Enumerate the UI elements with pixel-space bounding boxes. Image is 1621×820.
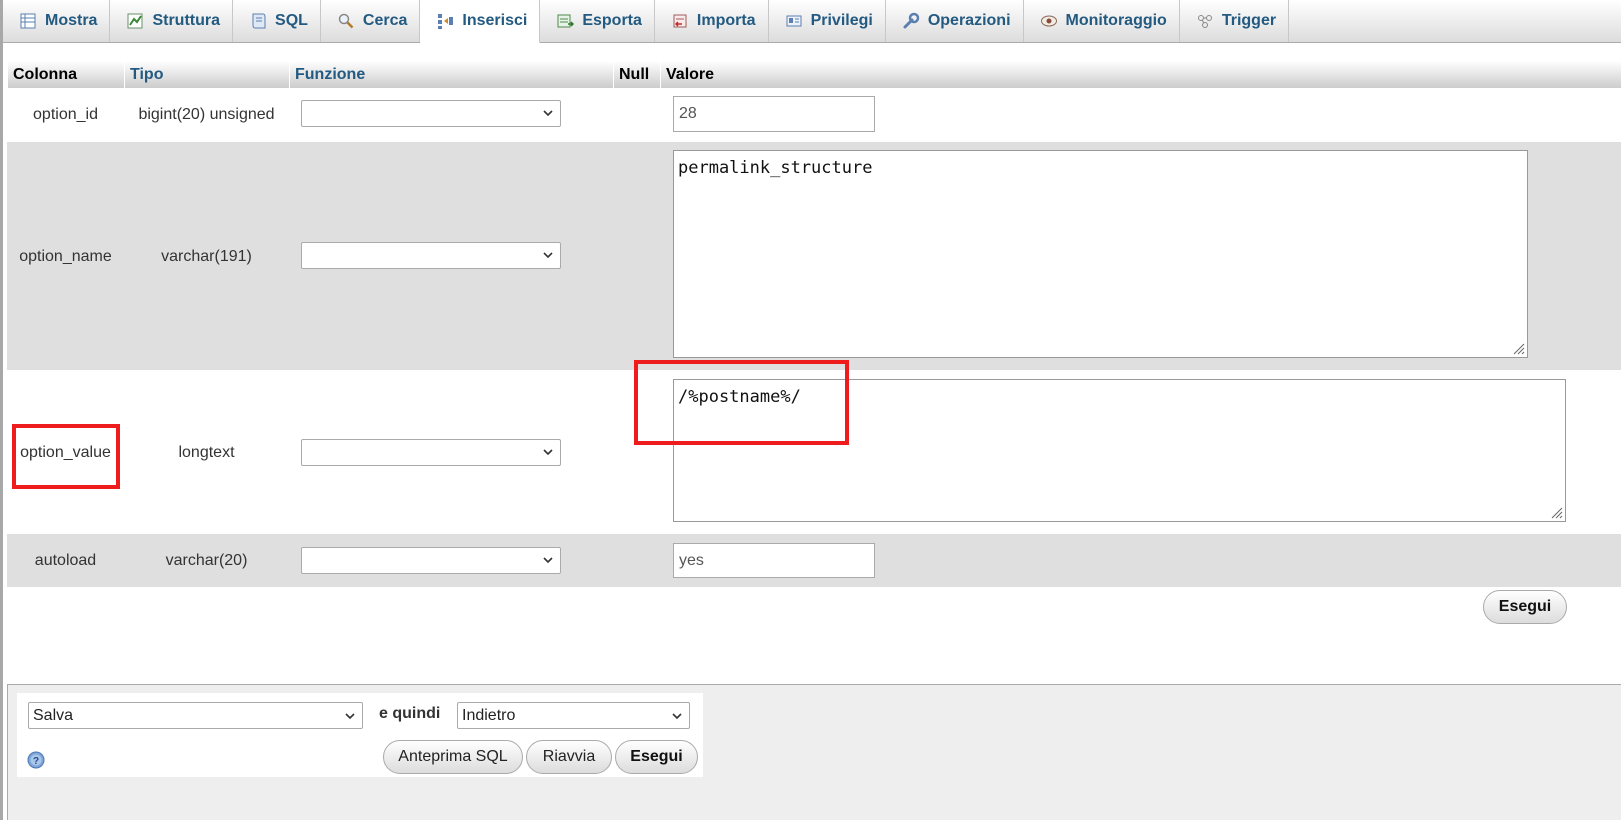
column-type: varchar(191)	[161, 248, 252, 265]
tab-label: Mostra	[45, 12, 98, 29]
header-value: Valore	[660, 61, 1621, 88]
then-label: e quindi	[379, 705, 441, 722]
preview-sql-button[interactable]: Anteprima SQL	[383, 740, 523, 774]
value-text: permalink_structure	[678, 158, 873, 178]
tab-label: Monitoraggio	[1065, 12, 1167, 29]
tab-label: Privilegi	[810, 12, 873, 29]
insert-icon	[436, 12, 454, 30]
column-name: autoload	[34, 552, 97, 569]
value-textarea[interactable]: permalink_structure	[673, 150, 1528, 358]
go-button[interactable]: Esegui	[1483, 590, 1567, 624]
column-name: option_name	[19, 248, 112, 265]
import-icon	[671, 12, 689, 30]
tab-cerca[interactable]: Cerca	[321, 0, 421, 42]
after-insert-select[interactable]: Indietro	[457, 702, 690, 729]
tab-label: Struttura	[152, 12, 221, 29]
chevron-down-icon	[543, 557, 553, 564]
tab-inserisci[interactable]: Inserisci	[420, 0, 541, 43]
function-select[interactable]	[301, 439, 561, 466]
tab-label: SQL	[275, 12, 308, 29]
privileges-icon	[785, 12, 803, 30]
resize-grip-icon[interactable]	[1549, 505, 1563, 519]
function-select[interactable]	[301, 242, 561, 269]
tab-monitoraggio[interactable]: Monitoraggio	[1024, 0, 1180, 42]
tab-sql[interactable]: SQL	[233, 0, 321, 42]
tab-operazioni[interactable]: Operazioni	[886, 0, 1024, 42]
go-button-bottom[interactable]: Esegui	[615, 740, 698, 774]
tab-bar: Mostra Struttura SQL Cerca Inserisci Esp…	[3, 0, 1621, 43]
resize-grip-icon[interactable]	[1511, 341, 1525, 355]
eye-icon	[1040, 12, 1058, 30]
after-insert-select-value: Indietro	[462, 706, 516, 724]
action-select-value: Salva	[33, 706, 74, 724]
insert-table-header: Colonna Tipo Funzione Null Valore	[7, 61, 1621, 88]
header-type[interactable]: Tipo	[124, 61, 289, 88]
tab-label: Operazioni	[927, 12, 1011, 29]
chevron-down-icon	[543, 110, 553, 117]
svg-text:?: ?	[33, 756, 39, 767]
export-icon	[556, 12, 575, 30]
search-icon	[337, 12, 355, 30]
column-name: option_id	[33, 106, 98, 123]
sql-icon	[249, 12, 267, 30]
column-type: bigint(20) unsigned	[138, 106, 275, 123]
tab-importa[interactable]: Importa	[655, 0, 769, 42]
structure-icon	[126, 12, 144, 30]
header-function[interactable]: Funzione	[289, 61, 613, 88]
value-input[interactable]: 28	[673, 96, 875, 132]
tab-struttura[interactable]: Struttura	[110, 0, 234, 42]
browse-icon	[19, 12, 37, 30]
chevron-down-icon	[345, 713, 355, 720]
chevron-down-icon	[543, 449, 553, 456]
chevron-down-icon	[543, 252, 553, 259]
column-type: varchar(20)	[165, 552, 248, 569]
tab-label: Trigger	[1221, 12, 1277, 29]
chevron-down-icon	[672, 713, 682, 720]
tab-label: Inserisci	[462, 12, 528, 29]
header-null: Null	[613, 61, 660, 88]
function-select[interactable]	[301, 547, 561, 574]
tab-mostra[interactable]: Mostra	[3, 0, 111, 42]
action-select[interactable]: Salva	[28, 702, 363, 729]
trigger-icon	[1196, 12, 1214, 30]
value-input[interactable]: yes	[673, 543, 875, 578]
table-row: option_id bigint(20) unsigned 28	[7, 88, 1621, 142]
tab-esporta[interactable]: Esporta	[540, 0, 655, 42]
annotation-highlight-column	[12, 424, 120, 489]
tab-privilegi[interactable]: Privilegi	[769, 0, 886, 42]
function-select[interactable]	[301, 100, 561, 127]
reset-button[interactable]: Riavvia	[526, 740, 612, 774]
tab-label: Esporta	[582, 12, 642, 29]
window-edge	[0, 0, 3, 820]
table-row: option_name varchar(191) permalink_struc…	[7, 142, 1621, 370]
wrench-icon	[902, 12, 920, 30]
tab-label: Cerca	[362, 12, 408, 29]
column-type: longtext	[178, 444, 235, 461]
header-column: Colonna	[7, 61, 124, 88]
annotation-highlight-value	[634, 360, 849, 445]
tab-trigger[interactable]: Trigger	[1180, 0, 1290, 42]
help-icon[interactable]: ?	[27, 751, 45, 769]
table-row: autoload varchar(20) yes	[7, 534, 1621, 587]
tab-label: Importa	[696, 12, 756, 29]
